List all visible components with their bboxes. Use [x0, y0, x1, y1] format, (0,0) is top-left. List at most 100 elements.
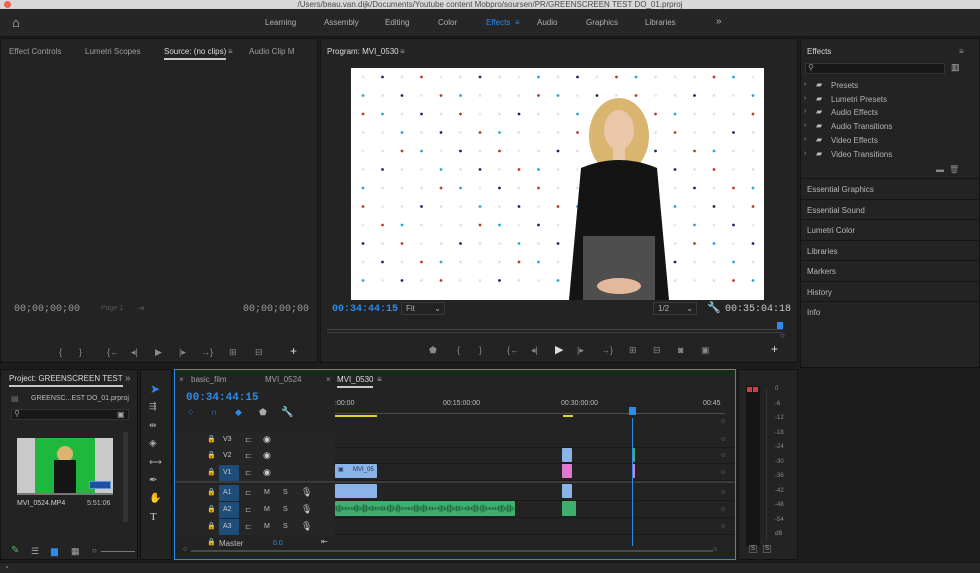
sync-lock-icon[interactable]: ⊏ — [245, 505, 252, 514]
solo-right-button[interactable]: S — [763, 545, 772, 553]
program-title[interactable]: Program: MVI_0530 — [327, 47, 399, 56]
collapse-icon[interactable]: ⇤ — [321, 537, 328, 546]
play-icon[interactable]: ▶ — [155, 347, 162, 358]
lock-icon[interactable]: 🔒 — [207, 468, 216, 476]
workspace-assembly[interactable]: Assembly — [324, 18, 359, 27]
solo-button[interactable]: S — [283, 506, 288, 513]
av-divider[interactable] — [175, 481, 735, 483]
program-playhead-timecode[interactable]: 00:34:44:15 — [332, 304, 398, 315]
lock-icon[interactable]: 🔒 — [207, 451, 216, 459]
time-ruler[interactable]: :00:00 00:15:00:00 00:30:00:00 00:45 — [335, 396, 725, 418]
panel-libraries[interactable]: Libraries — [800, 239, 980, 260]
lock-icon[interactable]: 🔒 — [207, 522, 216, 530]
step-back-icon[interactable]: ◂| — [131, 347, 138, 358]
track-v2[interactable]: 🔒 V2 ⊏ ◉ ○ — [175, 448, 735, 464]
ripple-edit-tool-icon[interactable]: ⇹ — [149, 420, 157, 431]
program-scrub-bar[interactable] — [327, 322, 783, 333]
home-icon[interactable]: ⌂ — [12, 15, 20, 30]
slip-tool-icon[interactable]: ⟷ — [149, 457, 162, 468]
go-to-in-icon[interactable]: {← — [107, 347, 119, 357]
marker-icon[interactable]: ⬟ — [259, 407, 267, 418]
video-clip[interactable] — [562, 448, 572, 462]
go-to-out-icon[interactable]: →} — [601, 345, 613, 355]
audio-clip-a2[interactable] — [335, 501, 515, 516]
track-scroll-handle[interactable]: ○ — [721, 523, 725, 530]
tab-effect-controls[interactable]: Effect Controls — [9, 47, 61, 56]
solo-button[interactable]: S — [283, 489, 288, 496]
microphone-icon[interactable]: 🎙 — [301, 521, 312, 532]
effects-menu-icon[interactable]: ≡ — [959, 47, 964, 56]
scroll-right-handle[interactable]: ○ — [713, 546, 717, 553]
master-volume[interactable]: 0.0 — [273, 540, 283, 547]
horizontal-scrollbar[interactable] — [191, 550, 713, 552]
workspace-learning[interactable]: Learning — [265, 18, 296, 27]
scrub-end-handle[interactable]: ○ — [780, 331, 785, 340]
pink-clip[interactable] — [562, 464, 572, 478]
solo-button[interactable]: S — [283, 523, 288, 530]
mark-in-icon[interactable]: { — [59, 347, 62, 357]
solo-left-button[interactable]: S — [749, 545, 758, 553]
comparison-view-icon[interactable]: ▣ — [701, 345, 710, 356]
tab-mvi-0530[interactable]: MVI_0530 — [337, 375, 374, 388]
zoom-fit-select[interactable]: Fit ⌄ — [401, 302, 445, 315]
timeline-settings-icon[interactable]: 🔧 — [281, 407, 293, 418]
source-panel-menu-icon[interactable]: ≡ — [228, 47, 233, 56]
add-button-icon[interactable]: + — [290, 344, 297, 358]
go-to-out-icon[interactable]: →} — [201, 347, 213, 357]
work-area-bar[interactable] — [335, 415, 377, 417]
track-select-tool-icon[interactable]: ⇶ — [149, 401, 157, 412]
page-next-icon[interactable]: ⇥ — [137, 303, 145, 314]
effects-search-input[interactable]: ⚲ — [805, 63, 945, 74]
sync-lock-icon[interactable]: ⊏ — [245, 435, 252, 444]
lock-icon[interactable]: 🔒 — [207, 488, 216, 496]
add-marker-icon[interactable]: ◆ — [235, 407, 242, 418]
panel-markers[interactable]: Markers — [800, 260, 980, 280]
sync-lock-icon[interactable]: ⊏ — [245, 488, 252, 497]
lift-icon[interactable]: ⊞ — [629, 345, 637, 356]
source-timecode-in[interactable]: 00;00;00;00 — [14, 304, 80, 315]
lock-icon[interactable]: 🔒 — [207, 435, 216, 443]
add-button-icon[interactable]: + — [771, 342, 778, 356]
new-folder-icon[interactable]: ▬ — [936, 165, 944, 174]
track-a1[interactable]: 🔒 A1 ⊏ M S 🎙 ○ — [175, 485, 735, 501]
track-v3[interactable]: 🔒 V3 ⊏ ◉ ○ — [175, 432, 735, 448]
lock-icon[interactable]: 🔒 — [207, 538, 216, 546]
timeline-playhead-head[interactable] — [629, 407, 636, 415]
microphone-icon[interactable]: 🎙 — [301, 504, 312, 515]
audio-clip-a2[interactable] — [562, 501, 576, 516]
zoom-slider-handle[interactable]: ○ — [92, 546, 97, 555]
step-back-icon[interactable]: ◂| — [531, 345, 538, 356]
bin-icon[interactable]: ▣ — [117, 410, 125, 419]
workspace-libraries[interactable]: Libraries — [645, 18, 676, 27]
track-a3[interactable]: 🔒 A3 ⊏ M S 🎙 ○ — [175, 519, 735, 535]
close-window-button[interactable] — [4, 1, 11, 8]
list-view-icon[interactable]: ☰ — [31, 546, 39, 557]
type-tool-icon[interactable]: T — [150, 511, 157, 523]
add-marker-icon[interactable]: ⬟ — [429, 345, 437, 356]
mark-out-icon[interactable]: } — [479, 345, 482, 355]
project-scrollbar[interactable] — [123, 432, 128, 522]
microphone-icon[interactable]: 🎙 — [301, 487, 312, 498]
track-scroll-handle[interactable]: ○ — [721, 436, 725, 443]
tab-lumetri-scopes[interactable]: Lumetri Scopes — [85, 47, 141, 56]
lock-icon[interactable]: 🔒 — [207, 505, 216, 513]
eye-icon[interactable]: ◉ — [263, 450, 271, 461]
workspace-color[interactable]: Color — [438, 18, 457, 27]
freeform-view-icon[interactable]: ▦ — [71, 546, 80, 557]
overwrite-icon[interactable]: ⊟ — [255, 347, 263, 358]
tab-basic-film[interactable]: basic_film — [191, 375, 227, 384]
wrench-icon[interactable]: 🔧 — [707, 301, 721, 314]
timeline-timecode[interactable]: 00:34:44:15 — [186, 392, 259, 404]
zoom-slider[interactable] — [101, 551, 135, 552]
audio-clip[interactable] — [562, 484, 572, 498]
workspace-effects[interactable]: Effects — [486, 18, 510, 27]
mute-button[interactable]: M — [264, 523, 270, 530]
pencil-icon[interactable]: ✎ — [11, 545, 19, 556]
icon-view-icon[interactable]: ▆ — [51, 546, 58, 557]
go-to-in-icon[interactable]: {← — [507, 345, 519, 355]
hand-tool-icon[interactable]: ✋ — [149, 493, 161, 504]
close-tab-icon[interactable]: × — [179, 375, 184, 384]
eye-icon[interactable]: ◉ — [263, 434, 271, 445]
insert-icon[interactable]: ⊞ — [229, 347, 237, 358]
panel-history[interactable]: History — [800, 280, 980, 301]
